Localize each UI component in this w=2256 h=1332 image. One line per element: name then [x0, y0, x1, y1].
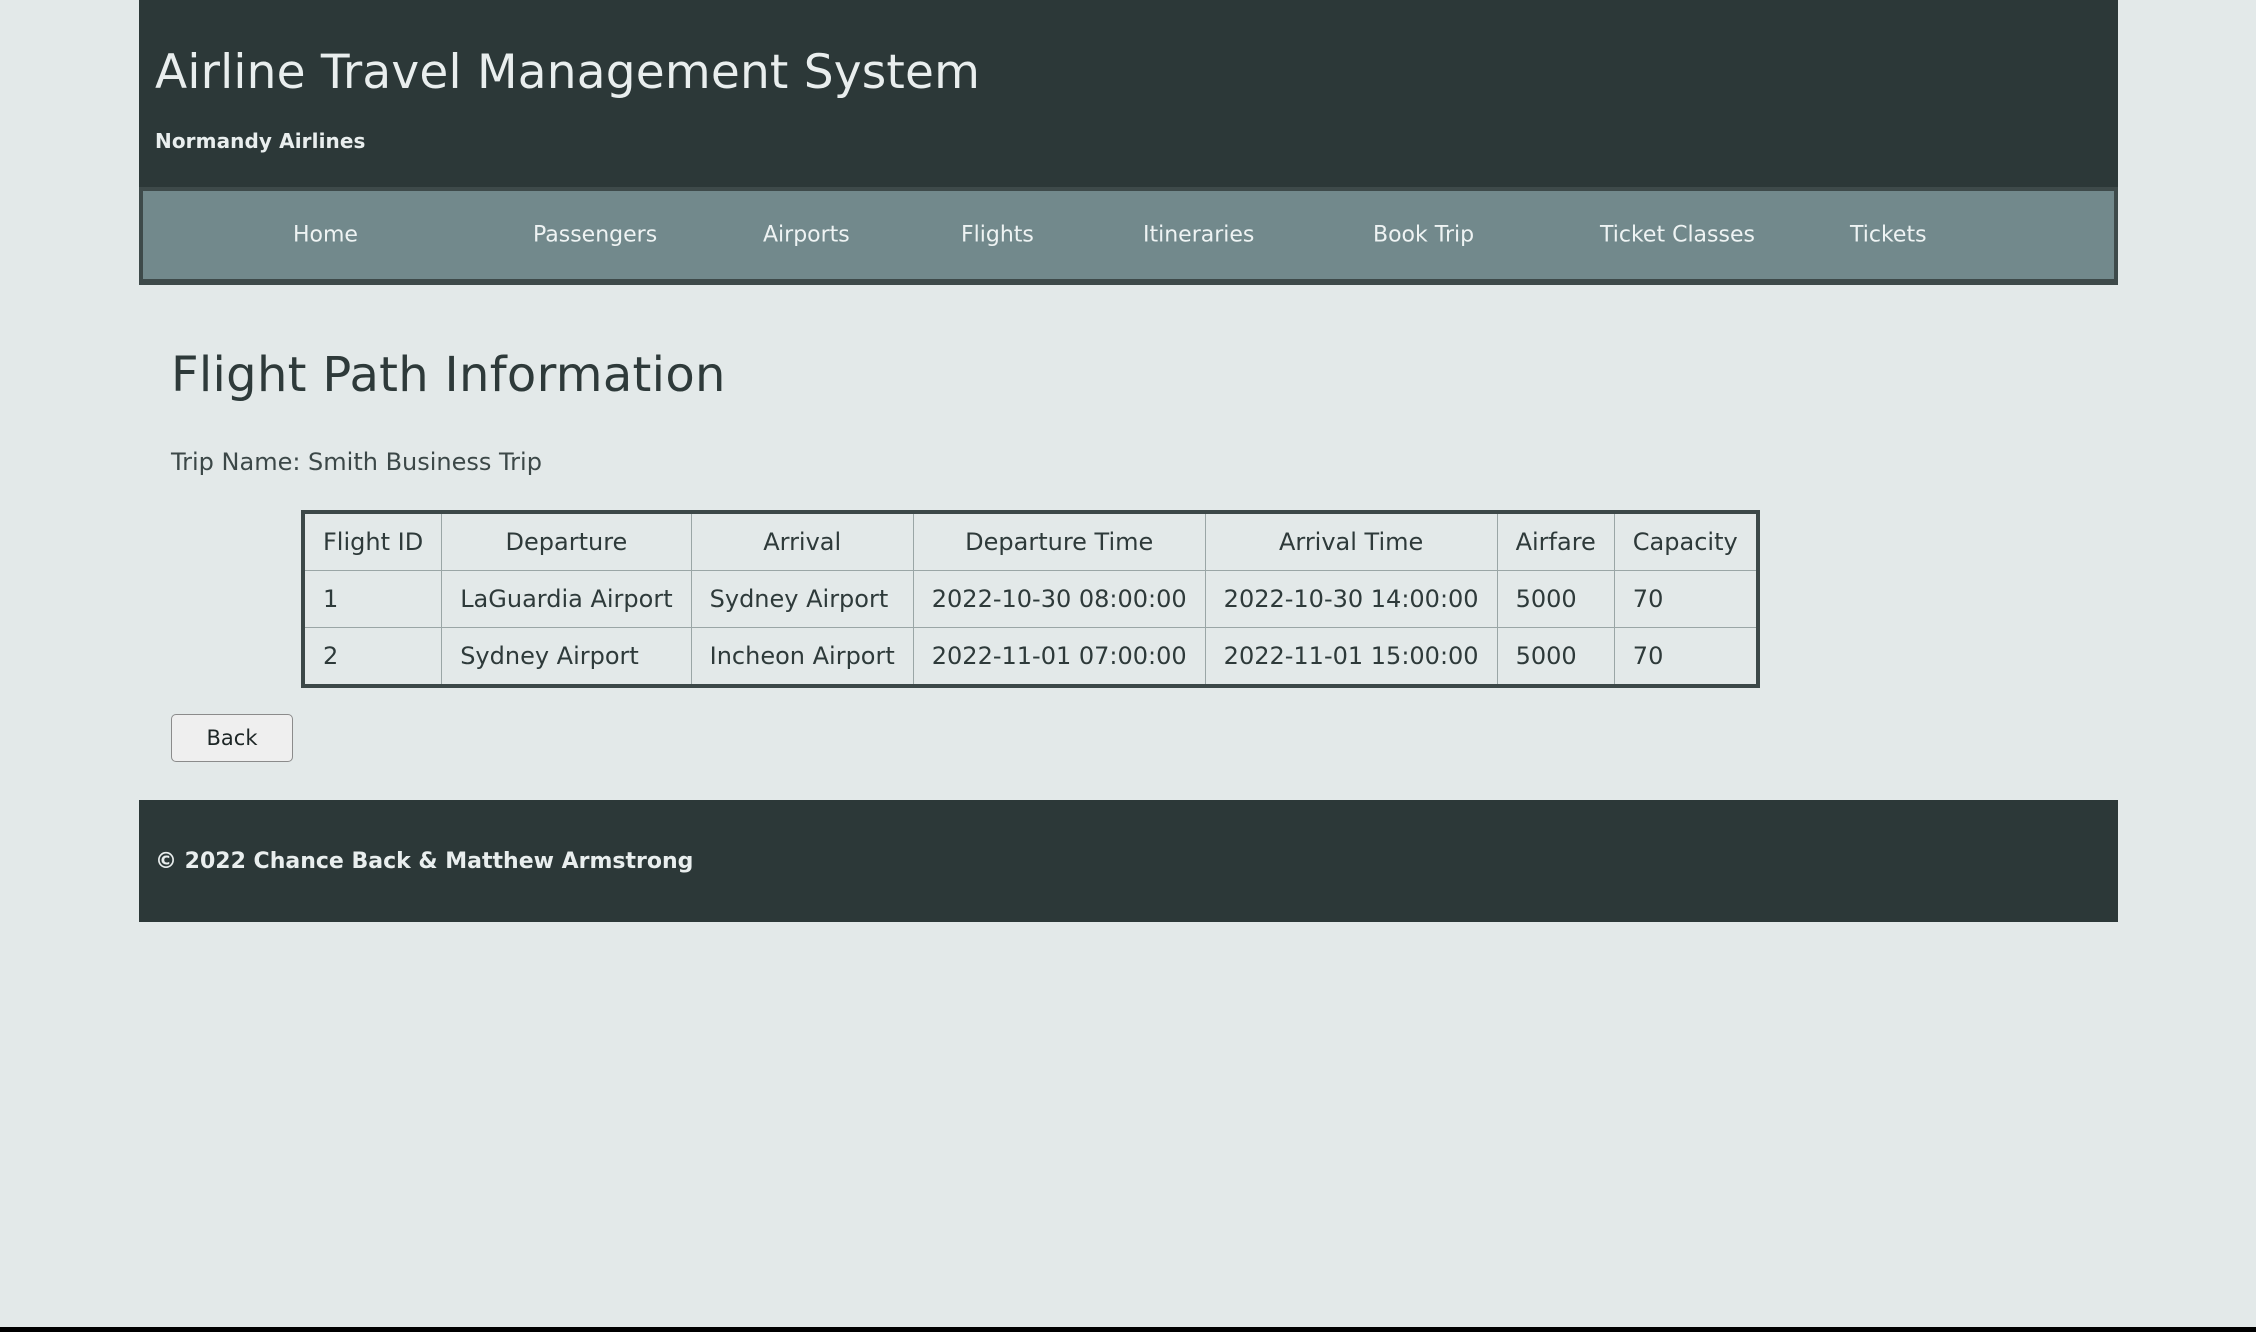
page-title: Airline Travel Management System	[155, 45, 981, 100]
page-container: Airline Travel Management System Normand…	[139, 0, 2118, 923]
table-column-header: Arrival Time	[1204, 511, 1498, 572]
trip-name-label: Trip Name: Smith Business Trip	[171, 448, 542, 477]
back-button[interactable]: Back	[171, 714, 293, 763]
table-cell-airfare: 5000	[1496, 627, 1615, 687]
navigation-bar-outer: Home Passengers Airports Flights Itineraries…	[139, 187, 2118, 286]
main-content: Flight Path Information Trip Name: Smith…	[139, 347, 2118, 763]
nav-item-ticket-classes[interactable]: Ticket Classes	[1600, 223, 1755, 248]
table-header: Flight ID Departure Arrival Departure Time A…	[302, 511, 1759, 572]
nav-item-passengers[interactable]: Passengers	[533, 223, 657, 248]
bottom-strip	[0, 1327, 2256, 1332]
table-row: 1 LaGuardia Airport Sydney Airport 2022-10-…	[302, 570, 1759, 629]
table-column-header: Airfare	[1496, 511, 1615, 572]
nav-item-itineraries[interactable]: Itineraries	[1143, 223, 1254, 248]
nav-item-airports[interactable]: Airports	[763, 223, 850, 248]
back-button-row: Back	[171, 714, 2118, 763]
table-column-header: Flight ID	[302, 511, 443, 572]
site-footer: © 2022 Chance Back & Matthew Armstrong	[139, 800, 2118, 923]
copyright-text: © 2022 Chance Back & Matthew Armstrong	[155, 848, 694, 874]
table-cell-capacity: 70	[1613, 627, 1759, 687]
table-column-header: Departure Time	[912, 511, 1206, 572]
table-body: 1 LaGuardia Airport Sydney Airport 2022-10-…	[302, 570, 1759, 687]
nav-item-tickets[interactable]: Tickets	[1850, 223, 1927, 248]
table-cell-arrival: Incheon Airport	[690, 627, 914, 687]
content-heading: Flight Path Information	[171, 347, 726, 404]
table-cell-departure-time: 2022-10-30 08:00:00	[912, 570, 1206, 629]
table-cell-flight-id: 2	[302, 627, 443, 687]
table-header-row: Flight ID Departure Arrival Departure Time A…	[302, 511, 1759, 572]
flight-table-container: Flight ID Departure Arrival Departure Time A…	[301, 510, 2118, 689]
table-row: 2 Sydney Airport Incheon Airport 2022-11-01…	[302, 627, 1759, 687]
nav-item-flights[interactable]: Flights	[961, 223, 1034, 248]
table-cell-departure-time: 2022-11-01 07:00:00	[912, 627, 1206, 687]
table-cell-departure: LaGuardia Airport	[441, 570, 692, 629]
flight-path-table: Flight ID Departure Arrival Departure Time A…	[301, 510, 1760, 689]
table-cell-arrival-time: 2022-10-30 14:00:00	[1204, 570, 1498, 629]
table-cell-flight-id: 1	[302, 570, 443, 629]
main-navigation: Home Passengers Airports Flights Itineraries…	[143, 191, 2114, 280]
table-cell-departure: Sydney Airport	[441, 627, 692, 687]
table-column-header: Departure	[441, 511, 692, 572]
nav-item-home[interactable]: Home	[293, 223, 358, 248]
airline-subtitle: Normandy Airlines	[155, 129, 366, 154]
table-cell-airfare: 5000	[1496, 570, 1615, 629]
site-header: Airline Travel Management System Normand…	[139, 0, 2118, 188]
table-column-header: Capacity	[1613, 511, 1759, 572]
table-column-header: Arrival	[690, 511, 914, 572]
table-cell-capacity: 70	[1613, 570, 1759, 629]
table-cell-arrival-time: 2022-11-01 15:00:00	[1204, 627, 1498, 687]
table-cell-arrival: Sydney Airport	[690, 570, 914, 629]
nav-item-book-trip[interactable]: Book Trip	[1373, 223, 1474, 248]
